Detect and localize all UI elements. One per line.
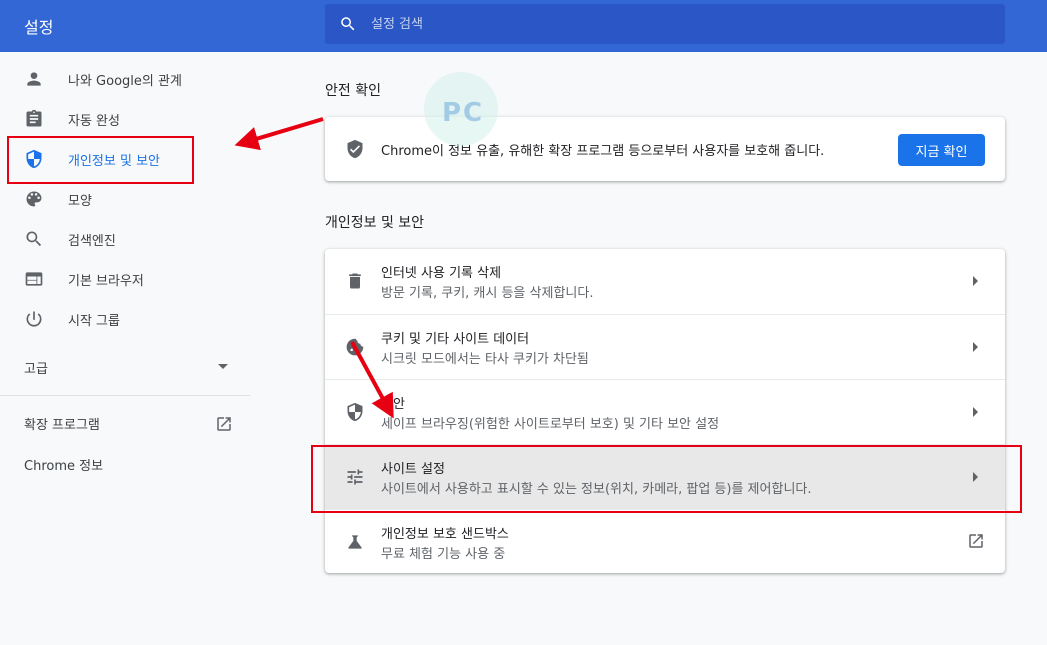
extensions-label: 확장 프로그램: [24, 418, 100, 433]
sidebar-divider: [0, 395, 250, 396]
page-title: 설정: [24, 18, 54, 37]
about-label: Chrome 정보: [24, 459, 104, 474]
annotation-box-site-settings: [311, 445, 1022, 513]
row-title: 개인정보 보호 샌드박스: [381, 527, 509, 542]
row-cookies[interactable]: 쿠키 및 기타 사이트 데이터 시크릿 모드에서는 타사 쿠키가 차단됨: [325, 314, 1005, 379]
sidebar-item-default-browser[interactable]: 기본 브라우저: [0, 259, 250, 299]
check-now-button[interactable]: 지금 확인: [898, 134, 985, 166]
shield-icon: [347, 402, 363, 422]
row-subtitle: 시크릿 모드에서는 타사 쿠키가 차단됨: [381, 352, 589, 367]
palette-icon: [26, 191, 42, 207]
row-clear-browsing-data[interactable]: 인터넷 사용 기록 삭제 방문 기록, 쿠키, 캐시 등을 삭제합니다.: [325, 249, 1005, 314]
annotation-arrow-left: [234, 117, 324, 151]
row-security[interactable]: 보안 세이프 브라우징(위험한 사이트로부터 보호) 및 기타 보안 설정: [325, 379, 1005, 444]
clipboard-icon: [26, 109, 42, 127]
sidebar-item-label: 기본 브라우저: [68, 274, 144, 289]
safety-check-description: Chrome이 정보 유출, 유해한 확장 프로그램 등으로부터 사용자를 보호…: [381, 144, 825, 159]
search-icon: [341, 17, 355, 31]
dropdown-arrow-icon: [218, 364, 228, 369]
sidebar-item-label: 모양: [68, 194, 92, 209]
sidebar-item-you-and-google[interactable]: 나와 Google의 관계: [0, 59, 250, 99]
top-bar: 설정: [0, 0, 1047, 52]
trash-icon: [349, 273, 361, 289]
row-title: 쿠키 및 기타 사이트 데이터: [381, 332, 530, 347]
search-box[interactable]: [325, 4, 1005, 44]
chevron-right-icon: [973, 276, 978, 286]
row-subtitle: 무료 체험 기능 사용 중: [381, 547, 506, 562]
privacy-security-card: 인터넷 사용 기록 삭제 방문 기록, 쿠키, 캐시 등을 삭제합니다. 쿠키 …: [325, 249, 1005, 573]
external-link-icon: [217, 417, 231, 431]
chevron-right-icon: [973, 342, 978, 352]
search-icon: [26, 231, 42, 247]
sidebar-item-label: 나와 Google의 관계: [68, 74, 182, 89]
sidebar-item-label: 자동 완성: [68, 114, 120, 129]
sidebar-item-about-chrome[interactable]: Chrome 정보: [0, 444, 250, 484]
row-subtitle: 세이프 브라우징(위험한 사이트로부터 보호) 및 기타 보안 설정: [381, 417, 720, 432]
annotation-box-privacy-nav: [7, 136, 194, 184]
search-input[interactable]: [371, 4, 991, 44]
power-icon: [26, 311, 42, 327]
row-privacy-sandbox[interactable]: 개인정보 보호 샌드박스 무료 체험 기능 사용 중: [325, 509, 1005, 573]
browser-icon: [25, 272, 43, 286]
sidebar-item-on-startup[interactable]: 시작 그룹: [0, 299, 250, 339]
sidebar-item-extensions[interactable]: 확장 프로그램: [0, 403, 250, 443]
shield-check-icon: [347, 139, 363, 159]
person-icon: [27, 72, 41, 86]
row-title: 보안: [381, 397, 405, 412]
cookie-icon: [346, 338, 364, 356]
sidebar-item-label: 시작 그룹: [68, 314, 120, 329]
safety-check-heading: 안전 확인: [325, 83, 381, 99]
external-link-icon: [969, 534, 983, 548]
row-title: 인터넷 사용 기록 삭제: [381, 266, 502, 281]
flask-icon: [348, 535, 362, 549]
sidebar-item-autofill[interactable]: 자동 완성: [0, 99, 250, 139]
sidebar-item-appearance[interactable]: 모양: [0, 179, 250, 219]
privacy-security-heading: 개인정보 및 보안: [325, 215, 425, 231]
chevron-right-icon: [973, 407, 978, 417]
sidebar-item-label: 검색엔진: [68, 234, 116, 249]
sidebar-advanced-toggle[interactable]: 고급: [0, 347, 250, 387]
advanced-label: 고급: [24, 362, 48, 377]
row-subtitle: 방문 기록, 쿠키, 캐시 등을 삭제합니다.: [381, 286, 594, 301]
safety-check-card: Chrome이 정보 유출, 유해한 확장 프로그램 등으로부터 사용자를 보호…: [325, 117, 1005, 181]
sidebar-item-search-engine[interactable]: 검색엔진: [0, 219, 250, 259]
